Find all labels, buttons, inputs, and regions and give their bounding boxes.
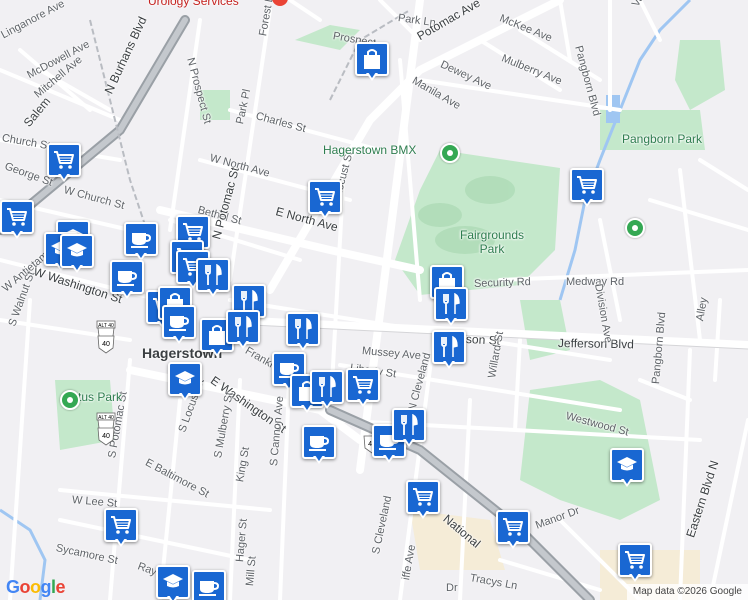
- bmx-location-marker[interactable]: [440, 143, 460, 163]
- school-icon: [174, 369, 196, 389]
- place-marker[interactable]: [226, 310, 260, 354]
- grocery-cart-icon: [412, 487, 434, 507]
- restaurant-icon: [439, 336, 459, 358]
- place-marker[interactable]: [570, 168, 604, 212]
- place-marker[interactable]: [110, 260, 144, 304]
- shield-text: ALT 40: [98, 323, 114, 329]
- place-marker[interactable]: [406, 480, 440, 524]
- shield-text: ALT 40: [98, 415, 114, 421]
- restaurant-icon: [399, 414, 419, 436]
- coffee-cup-icon: [308, 432, 330, 452]
- street-label: Dr: [446, 582, 458, 594]
- place-marker[interactable]: [496, 510, 530, 554]
- restaurant-icon: [203, 264, 223, 286]
- place-marker[interactable]: [355, 42, 389, 86]
- school-icon: [66, 241, 88, 261]
- street-label: Security Rd: [473, 276, 532, 290]
- place-marker[interactable]: [392, 408, 426, 452]
- school-icon: [616, 455, 638, 475]
- grocery-cart-icon: [576, 175, 598, 195]
- place-marker[interactable]: [168, 362, 202, 406]
- park-location-marker[interactable]: [625, 218, 645, 238]
- place-marker[interactable]: [162, 305, 196, 349]
- restaurant-icon: [441, 293, 461, 315]
- grocery-cart-icon: [6, 207, 28, 227]
- place-marker[interactable]: [610, 448, 644, 492]
- shield-text: 40: [102, 341, 110, 348]
- park-label-pangborn: Pangborn Park: [622, 132, 703, 146]
- place-marker[interactable]: [60, 234, 94, 278]
- park-label-city: tus Park: [78, 390, 123, 404]
- city-park-location-marker[interactable]: [60, 390, 80, 410]
- place-marker[interactable]: [432, 330, 466, 374]
- place-marker[interactable]: [196, 258, 230, 302]
- place-marker[interactable]: [310, 370, 344, 414]
- place-marker[interactable]: [434, 287, 468, 331]
- place-marker[interactable]: [47, 143, 81, 187]
- place-marker[interactable]: [308, 180, 342, 224]
- place-marker[interactable]: [156, 565, 190, 600]
- route-shield-40: 40: [97, 427, 115, 446]
- park-label-fairgrounds: Fairgrounds Park: [460, 228, 525, 256]
- place-marker[interactable]: [346, 368, 380, 412]
- map-attribution[interactable]: Map data ©2026 Google: [626, 584, 748, 600]
- school-icon: [162, 572, 184, 592]
- coffee-cup-icon: [198, 577, 220, 597]
- restaurant-icon: [317, 376, 337, 398]
- place-marker[interactable]: [0, 200, 34, 244]
- place-marker[interactable]: [618, 543, 652, 587]
- partial-top-label: Urology Services: [148, 0, 239, 8]
- place-marker[interactable]: [104, 508, 138, 552]
- restaurant-icon: [293, 318, 313, 340]
- place-marker[interactable]: [302, 425, 336, 469]
- coffee-cup-icon: [130, 229, 152, 249]
- grocery-cart-icon: [53, 150, 75, 170]
- map-canvas[interactable]: Park Ln Potomac Ave McKee Ave Prospect D…: [0, 0, 748, 600]
- restaurant-icon: [239, 290, 259, 312]
- grocery-cart-icon: [110, 515, 132, 535]
- shopping-bag-icon: [207, 324, 227, 346]
- street-label: Jefferson Blvd: [557, 336, 634, 352]
- poi-label-bmx: Hagerstown BMX: [323, 143, 417, 157]
- grocery-cart-icon: [624, 550, 646, 570]
- shopping-bag-icon: [362, 48, 382, 70]
- coffee-cup-icon: [168, 312, 190, 332]
- restaurant-icon: [233, 316, 253, 338]
- google-logo: Google: [6, 577, 66, 597]
- grocery-cart-icon: [502, 517, 524, 537]
- shield-text: 40: [102, 433, 110, 440]
- grocery-cart-icon: [352, 375, 374, 395]
- grocery-cart-icon: [182, 222, 204, 242]
- coffee-cup-icon: [116, 267, 138, 287]
- place-marker[interactable]: [286, 312, 320, 356]
- grocery-cart-icon: [314, 187, 336, 207]
- route-shield-40: 40: [97, 335, 115, 354]
- place-marker[interactable]: [192, 570, 226, 600]
